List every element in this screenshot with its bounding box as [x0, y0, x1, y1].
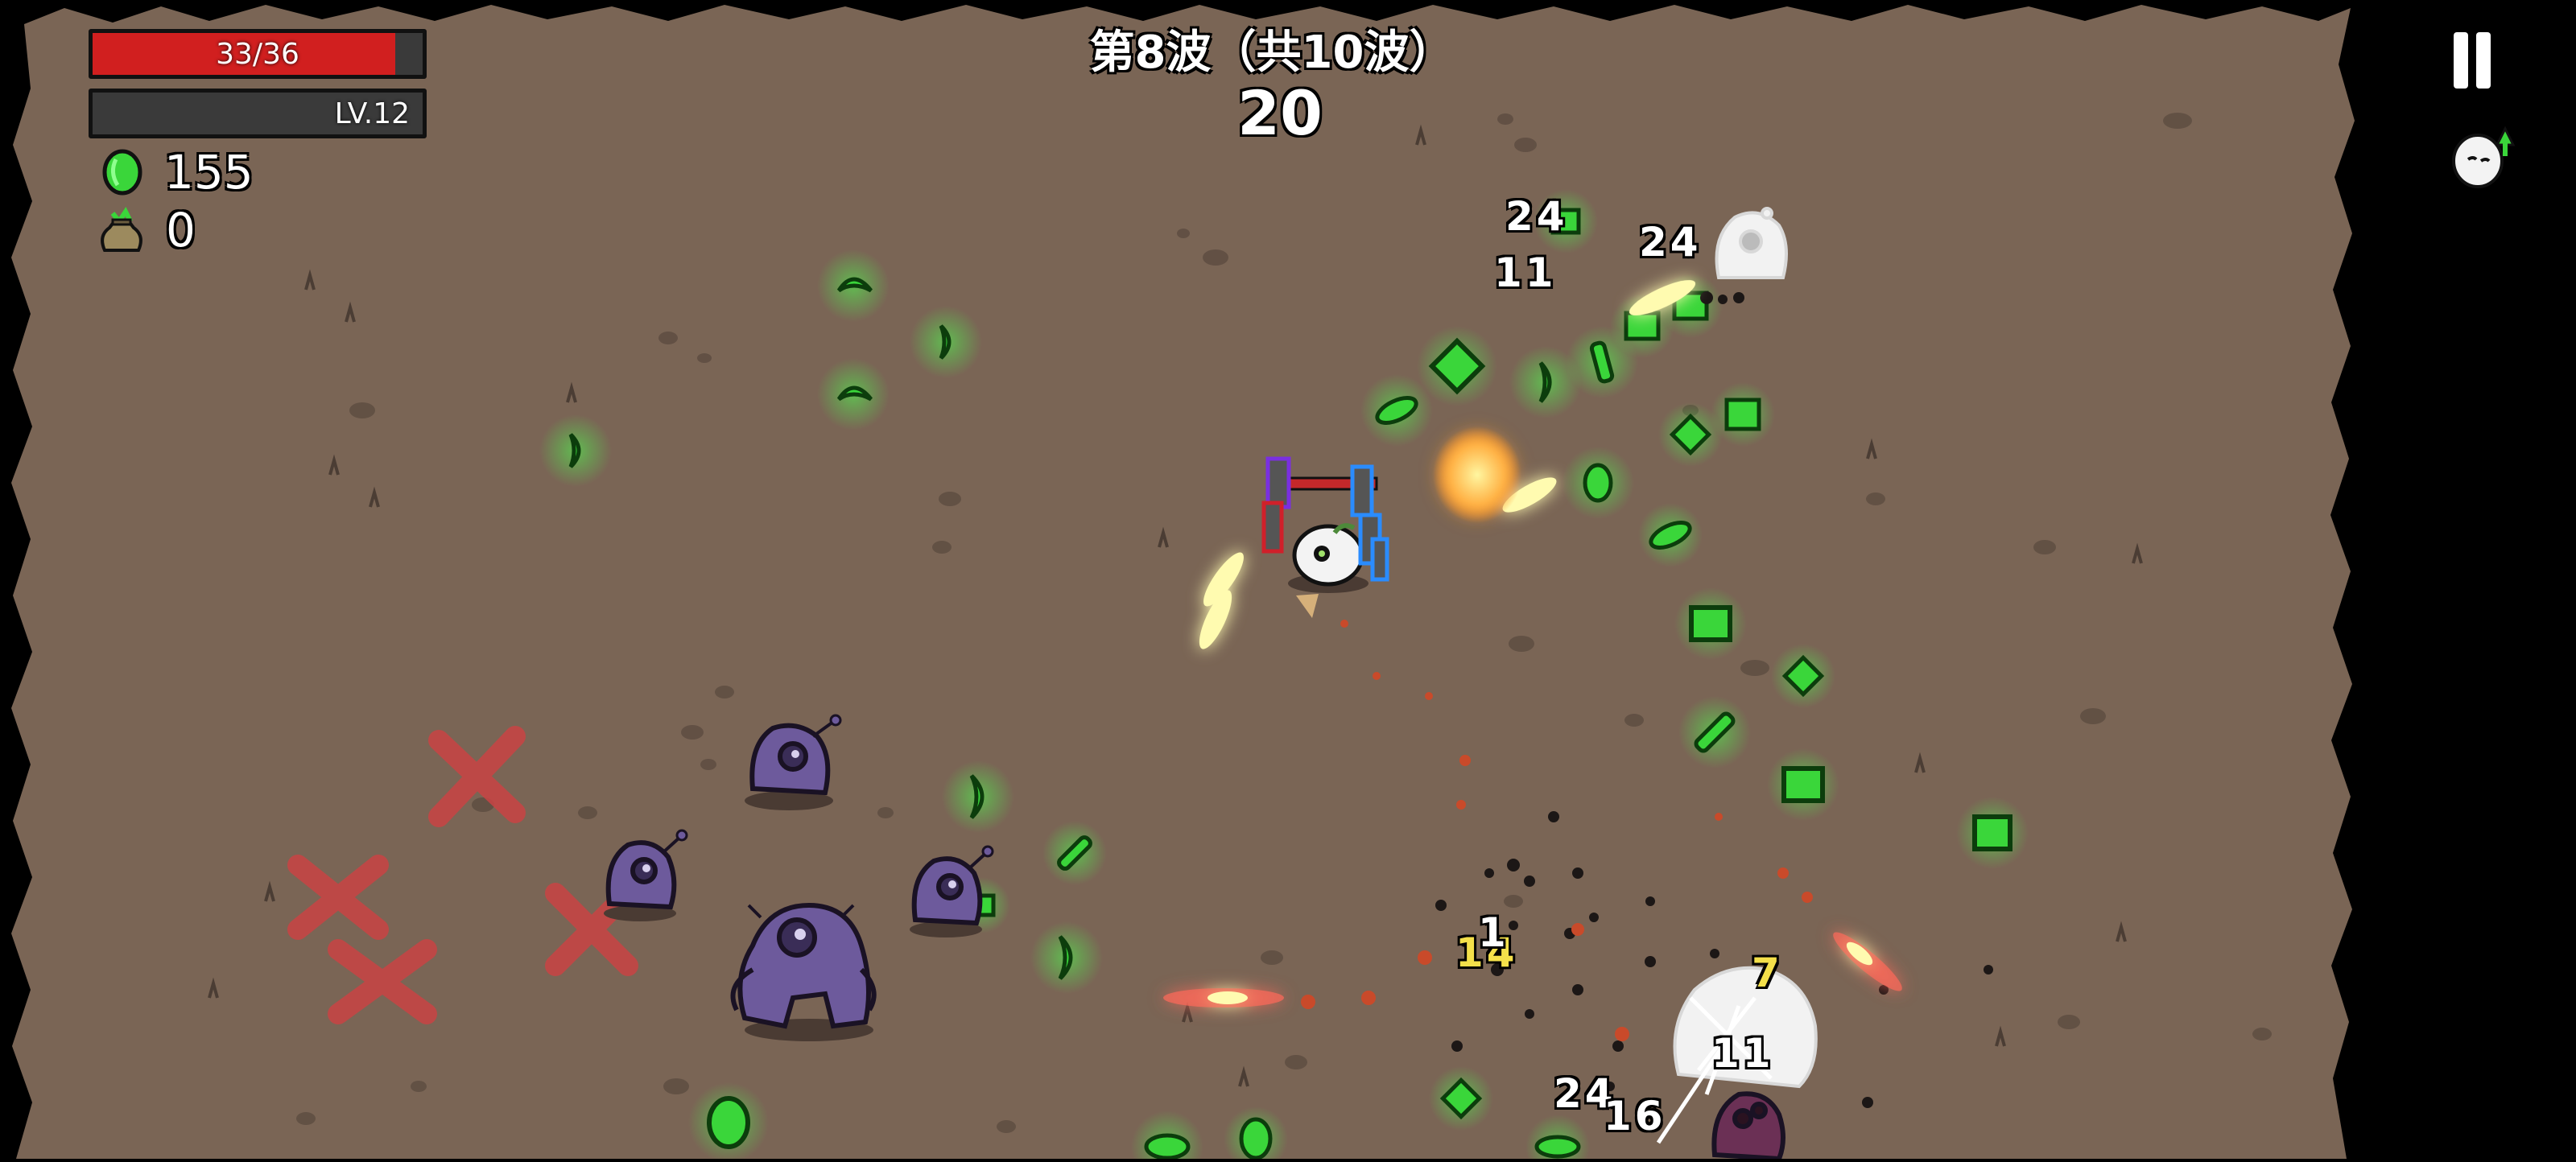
- level-up-indicator-icon: [2452, 126, 2516, 188]
- materials-counter: 155: [98, 145, 254, 200]
- hp-bar: 33/36: [89, 29, 427, 79]
- wave-timer: 20: [1237, 77, 1323, 149]
- damage-number: 11: [1711, 1030, 1774, 1077]
- arena-ground: [0, 0, 2576, 1162]
- damage-number: 24: [1639, 219, 1702, 266]
- xp-bar: LV.12: [89, 89, 427, 138]
- money-bag-icon: [101, 207, 142, 252]
- bag-counter: 0: [95, 203, 196, 258]
- green-material-icon: [102, 149, 142, 196]
- level-text: LV.12: [334, 97, 410, 130]
- pause-icon-bar: [2476, 32, 2491, 89]
- game-arena: [0, 0, 2576, 1162]
- pause-icon: [2454, 32, 2468, 89]
- damage-number: 16: [1604, 1093, 1666, 1139]
- damage-number: 24: [1505, 193, 1568, 240]
- pause-button[interactable]: [2439, 32, 2504, 97]
- damage-number: 11: [1494, 249, 1557, 296]
- hp-text: 33/36: [216, 37, 299, 71]
- wave-title: 第8波（共10波）: [1089, 27, 1455, 79]
- damage-number: 7: [1752, 950, 1783, 996]
- materials-count: 155: [164, 145, 254, 200]
- bag-count: 0: [166, 203, 196, 258]
- damage-number: 1: [1478, 909, 1509, 956]
